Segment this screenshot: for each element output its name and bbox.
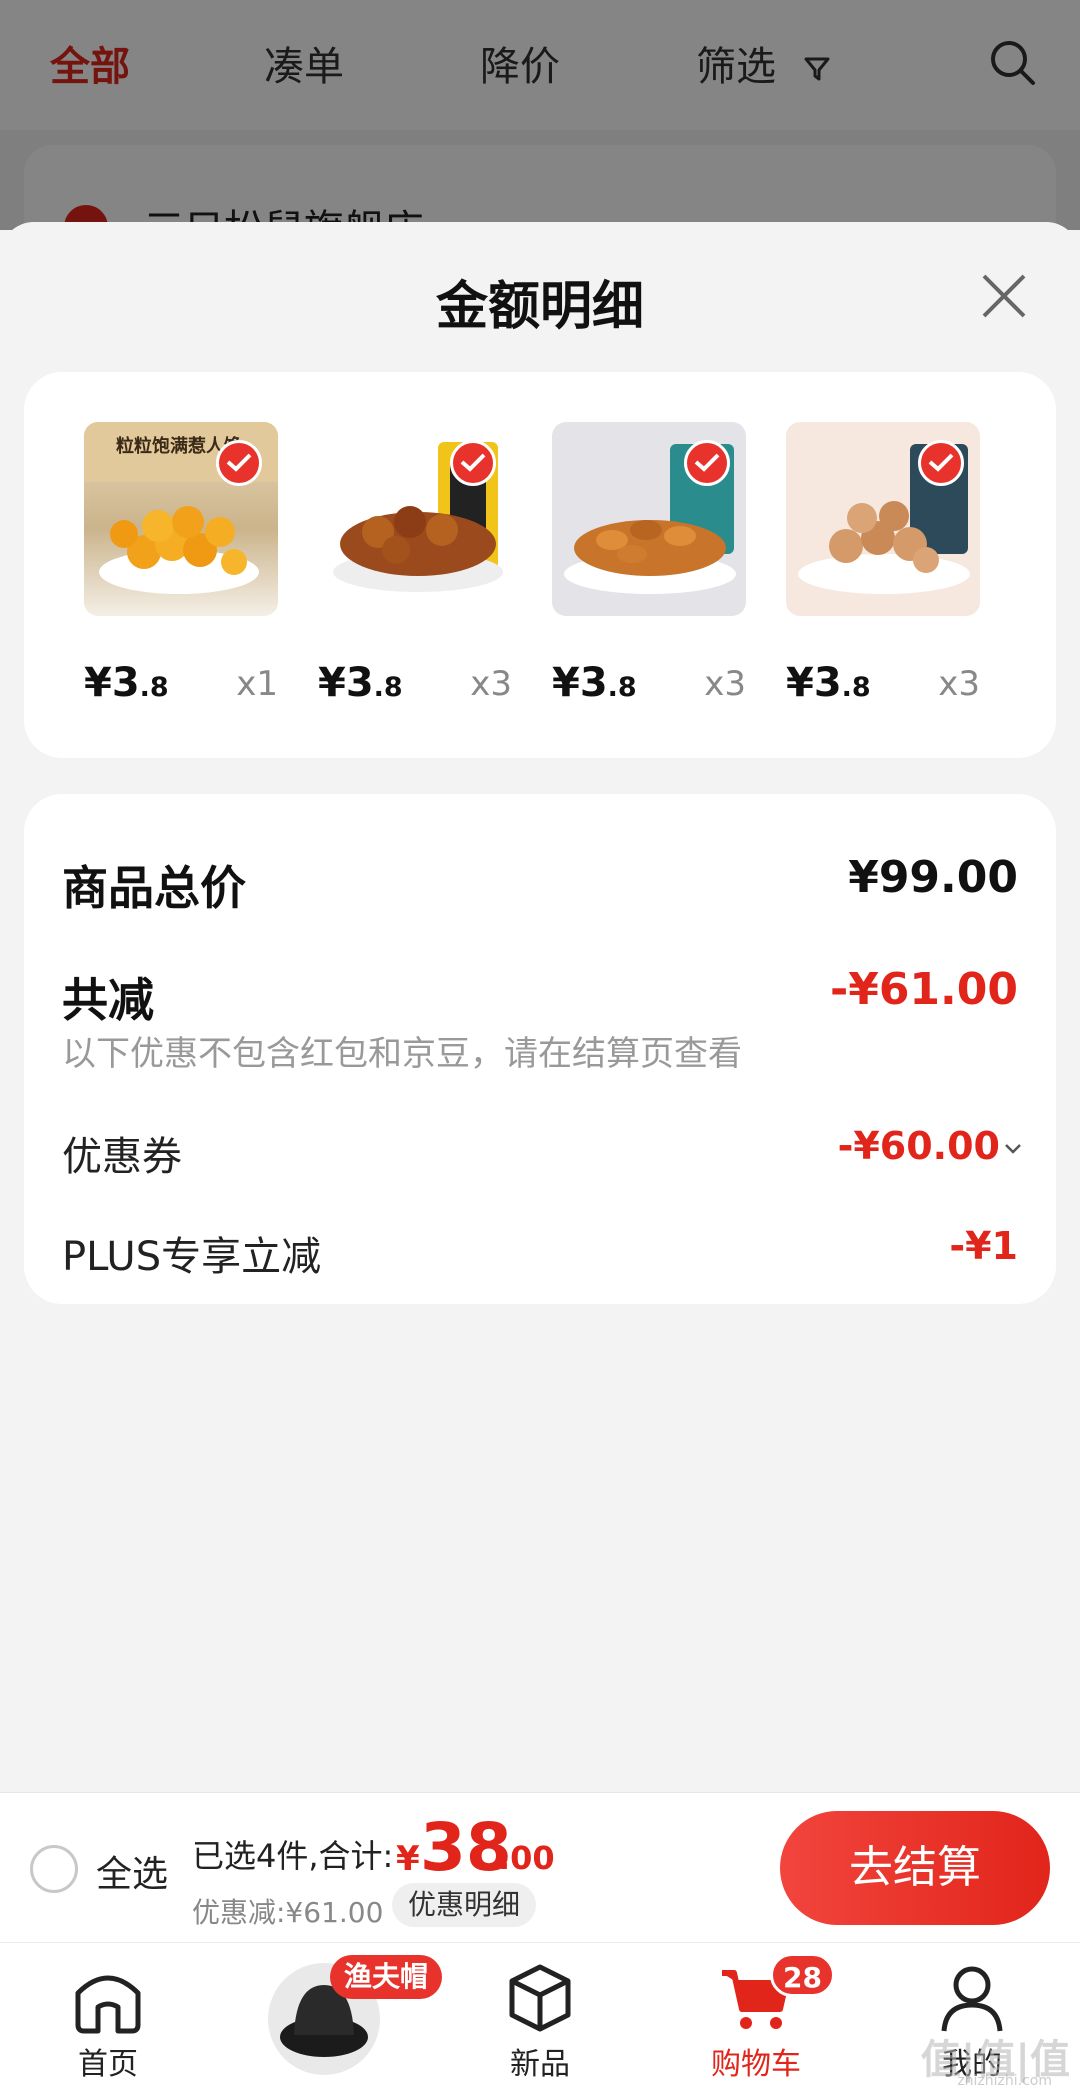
dim-overlay[interactable] xyxy=(0,0,1080,230)
discount-note: 以下优惠不包含红包和京豆，请在结算页查看 xyxy=(62,1034,742,1074)
coupon-value: -¥60.00 xyxy=(837,1124,1000,1168)
product-price-row: ¥3.8 x3 xyxy=(786,660,980,710)
checked-icon[interactable] xyxy=(450,440,496,486)
select-all-radio[interactable] xyxy=(30,1845,78,1893)
reduce-row: 共减 -¥61.00 xyxy=(62,964,1018,1027)
product-price: ¥3.8 xyxy=(84,660,169,706)
product-qty: x3 xyxy=(470,664,512,704)
tab-cart-label: 购物车 xyxy=(711,2047,801,2082)
sheet-title: 金额明细 xyxy=(435,277,644,337)
plus-label: PLUS专享立减 xyxy=(62,1234,322,1280)
checked-icon[interactable] xyxy=(684,440,730,486)
product-price: ¥3.8 xyxy=(552,660,637,706)
selected-count: 已选4件,合计: xyxy=(192,1837,394,1875)
goods-total-label: 商品总价 xyxy=(62,861,246,915)
plus-row: PLUS专享立减 -¥1 xyxy=(62,1224,1018,1284)
product-price-row: ¥3.8 x1 xyxy=(84,660,278,710)
product-list-card: 粒粒饱满惹人馋 ¥3.8 x1 ¥3.8 x3 ¥3.8 x3 ¥3.8 x3 xyxy=(24,372,1056,758)
product-item[interactable]: 粒粒饱满惹人馋 ¥3.8 x1 xyxy=(84,422,278,706)
cart-count-badge: 28 xyxy=(770,1953,835,1997)
price-dec: .8 xyxy=(607,672,637,703)
coupon-row[interactable]: 优惠券 -¥60.00 xyxy=(62,1124,1021,1184)
price-dec: .8 xyxy=(373,672,403,703)
product-price: ¥3.8 xyxy=(318,660,403,706)
discount-detail-button[interactable]: 优惠明细 xyxy=(392,1883,537,1927)
tab-new[interactable]: 新品 xyxy=(470,1961,610,2083)
product-item[interactable]: ¥3.8 x3 xyxy=(786,422,980,706)
select-all-label[interactable]: 全选 xyxy=(96,1845,168,1897)
checked-icon[interactable] xyxy=(918,440,964,486)
home-icon xyxy=(75,1975,141,2034)
price-int: ¥3 xyxy=(786,660,842,706)
tab-home[interactable]: 首页 xyxy=(38,1961,178,2083)
price-int: ¥3 xyxy=(318,660,374,706)
product-qty: x3 xyxy=(938,664,980,704)
box-icon xyxy=(509,1964,571,2032)
product-thumbnail xyxy=(318,422,512,616)
amount-detail-sheet: 金额明细 粒粒饱满惹人馋 ¥3.8 x1 ¥3.8 x3 ¥3.8 x3 ¥3.… xyxy=(0,222,1080,1792)
discount-text: 优惠减:¥61.00 xyxy=(192,1896,384,1929)
user-icon xyxy=(941,1966,1003,2032)
total-decimal: .00 xyxy=(498,1839,555,1877)
price-int: ¥3 xyxy=(84,660,140,706)
coupon-label: 优惠券 xyxy=(62,1134,182,1180)
goods-total-value: ¥99.00 xyxy=(848,852,1018,903)
plus-value: -¥1 xyxy=(949,1224,1018,1268)
reduce-label: 共减 xyxy=(62,973,154,1027)
checkout-button[interactable]: 去结算 xyxy=(780,1811,1050,1925)
tab-new-label: 新品 xyxy=(510,2047,570,2082)
price-summary-card: 商品总价 ¥99.00 共减 -¥61.00 以下优惠不包含红包和京豆，请在结算… xyxy=(24,794,1056,1304)
product-price-row: ¥3.8 x3 xyxy=(552,660,746,710)
price-int: ¥3 xyxy=(552,660,608,706)
chevron-down-icon[interactable] xyxy=(1004,1142,1022,1156)
product-price: ¥3.8 xyxy=(786,660,871,706)
goods-total-row: 商品总价 ¥99.00 xyxy=(62,852,1018,915)
product-item[interactable]: ¥3.8 x3 xyxy=(318,422,512,706)
total-symbol: ¥ xyxy=(396,1839,420,1879)
close-icon[interactable] xyxy=(978,270,1030,322)
product-price-row: ¥3.8 x3 xyxy=(318,660,512,710)
tab-home-label: 首页 xyxy=(78,2047,138,2082)
price-dec: .8 xyxy=(841,672,871,703)
checked-icon[interactable] xyxy=(216,440,262,486)
product-thumbnail xyxy=(552,422,746,616)
product-qty: x3 xyxy=(704,664,746,704)
product-item[interactable]: ¥3.8 x3 xyxy=(552,422,746,706)
price-dec: .8 xyxy=(139,672,169,703)
checkout-bar: 全选 已选4件,合计: ¥ 38 .00 优惠减:¥61.00 优惠明细 去结算 xyxy=(0,1792,1080,1942)
bottom-tab-bar: 首页 渔夫帽 新品 购物车 28 我的 值|值|值 zhizhizhi.com xyxy=(0,1942,1080,2093)
product-thumbnail: 粒粒饱满惹人馋 xyxy=(84,422,278,616)
watermark-url: zhizhizhi.com xyxy=(957,2073,1052,2089)
product-thumbnail xyxy=(786,422,980,616)
reduce-value: -¥61.00 xyxy=(829,964,1018,1015)
promo-badge: 渔夫帽 xyxy=(330,1955,443,1999)
product-qty: x1 xyxy=(236,664,278,704)
